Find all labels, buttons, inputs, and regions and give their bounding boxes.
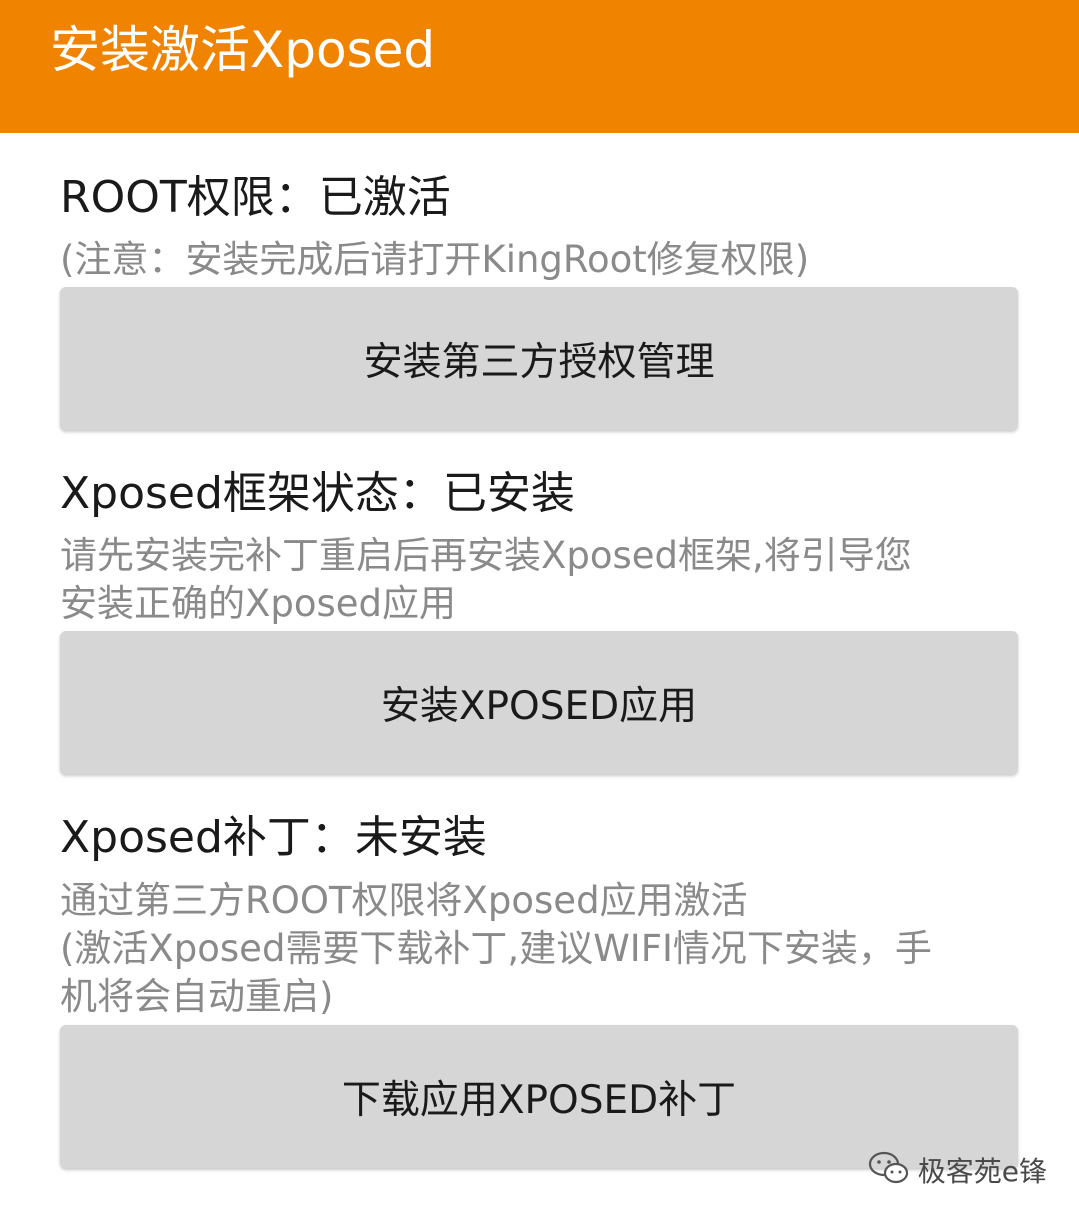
install-auth-manager-button[interactable]: 安装第三方授权管理 — [60, 287, 1018, 430]
patch-note-line-3: 机将会自动重启) — [60, 975, 334, 1018]
framework-note-line-1: 请先安装完补丁重启后再安装Xposed框架,将引导您 — [60, 534, 912, 577]
framework-note-line-2: 安装正确的Xposed应用 — [60, 582, 456, 625]
watermark: 极客苑e锋 — [868, 1150, 1047, 1190]
download-xposed-patch-label: 下载应用XPOSED补丁 — [341, 1077, 737, 1123]
root-status-title: ROOT权限：已激活 — [60, 172, 451, 223]
patch-note-line-2: (激活Xposed需要下载补丁,建议WIFI情况下安装，手 — [60, 927, 932, 970]
app-title: 安装激活Xposed — [50, 21, 436, 79]
framework-status-title: Xposed框架状态：已安装 — [60, 468, 575, 519]
root-note: (注意：安装完成后请打开KingRoot修复权限) — [60, 238, 810, 281]
patch-status-title: Xposed补丁：未安装 — [60, 812, 487, 863]
wechat-icon — [868, 1150, 910, 1190]
patch-note-line-1: 通过第三方ROOT权限将Xposed应用激活 — [60, 879, 748, 922]
app-bar: 安装激活Xposed — [0, 0, 1079, 133]
install-auth-manager-label: 安装第三方授权管理 — [363, 339, 715, 385]
watermark-text: 极客苑e锋 — [917, 1155, 1047, 1188]
install-xposed-app-label: 安装XPOSED应用 — [380, 683, 698, 729]
download-xposed-patch-button[interactable]: 下载应用XPOSED补丁 — [60, 1025, 1018, 1168]
install-xposed-app-button[interactable]: 安装XPOSED应用 — [60, 631, 1018, 774]
